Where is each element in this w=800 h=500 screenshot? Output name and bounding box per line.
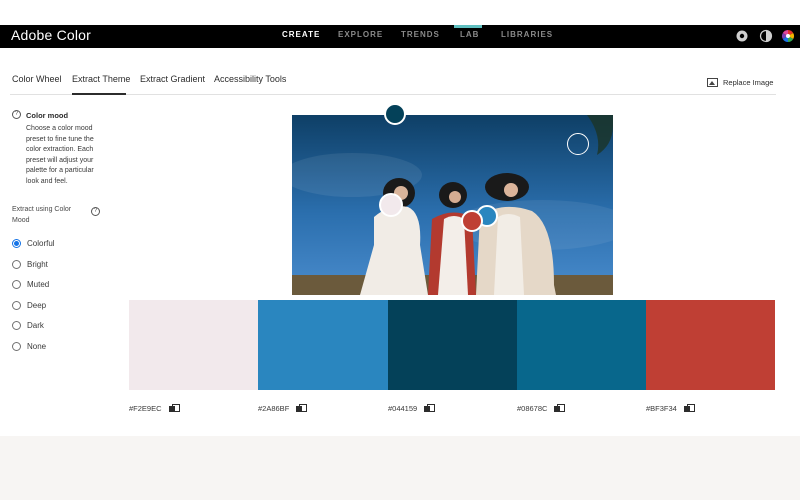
replace-image-label: Replace Image — [723, 77, 774, 87]
nav-explore[interactable]: EXPLORE — [338, 30, 383, 39]
nav-lab[interactable]: LAB — [460, 30, 479, 39]
mood-option-label: Deep — [27, 301, 47, 310]
color-swatch[interactable] — [388, 300, 518, 390]
nav-create[interactable]: CREATE — [282, 30, 320, 39]
image-icon — [707, 77, 718, 87]
mood-option-label: Muted — [27, 280, 50, 289]
hex-value[interactable]: #044159 — [388, 404, 417, 413]
mood-option-bright[interactable]: Bright — [12, 260, 48, 269]
color-swatch[interactable] — [646, 300, 775, 390]
tab-extract-gradient[interactable]: Extract Gradient — [140, 74, 205, 84]
color-swatch[interactable] — [129, 300, 259, 390]
active-tab-indicator — [72, 93, 126, 95]
nav-libraries[interactable]: LIBRARIES — [501, 30, 553, 39]
color-swatch[interactable] — [258, 300, 388, 390]
hex-value-row: #08678C — [517, 404, 566, 413]
source-photo — [292, 115, 613, 295]
settings-icon[interactable] — [735, 29, 749, 43]
color-picker-handle-1[interactable] — [567, 133, 589, 155]
color-mood-description: Choose a color mood preset to fine tune … — [26, 125, 94, 185]
extract-mood-label: Extract using Color Mood — [12, 206, 72, 224]
mood-option-dark[interactable]: Dark — [12, 321, 44, 330]
copy-icon[interactable] — [683, 404, 695, 413]
hex-value-row: #BF3F34 — [646, 404, 695, 413]
radio-button[interactable] — [12, 301, 21, 310]
theme-toggle-icon[interactable] — [759, 29, 773, 43]
color-wheel-icon[interactable] — [781, 29, 795, 43]
help-icon[interactable]: ? — [12, 110, 21, 119]
mood-option-deep[interactable]: Deep — [12, 301, 46, 310]
hex-value-row: #044159 — [388, 404, 436, 413]
hex-value[interactable]: #08678C — [517, 404, 547, 413]
help-icon[interactable]: ? — [91, 207, 100, 216]
mood-option-colorful[interactable]: Colorful — [12, 239, 55, 248]
nav-trends[interactable]: TRENDS — [401, 30, 440, 39]
mood-option-muted[interactable]: Muted — [12, 280, 49, 289]
copy-icon[interactable] — [424, 404, 436, 413]
mood-option-label: Bright — [27, 260, 48, 269]
copy-icon[interactable] — [554, 404, 566, 413]
mood-option-label: None — [27, 342, 47, 351]
hex-value[interactable]: #BF3F34 — [646, 404, 677, 413]
hex-value-row: #F2E9EC — [129, 404, 180, 413]
radio-button[interactable] — [12, 260, 21, 269]
tab-accessibility-tools[interactable]: Accessibility Tools — [214, 74, 286, 84]
page: Adobe Color CREATE EXPLORE TRENDS LAB LI… — [0, 0, 800, 500]
app-title[interactable]: Adobe Color — [11, 27, 91, 43]
radio-button[interactable] — [12, 239, 21, 248]
radio-button[interactable] — [12, 321, 21, 330]
copy-icon[interactable] — [296, 404, 308, 413]
tab-color-wheel[interactable]: Color Wheel — [12, 74, 62, 84]
footer-band — [0, 436, 800, 500]
tab-extract-theme[interactable]: Extract Theme — [72, 74, 130, 84]
copy-icon[interactable] — [168, 404, 180, 413]
mood-option-label: Dark — [27, 321, 44, 330]
top-nav-bar: Adobe Color CREATE EXPLORE TRENDS LAB LI… — [0, 25, 800, 48]
mood-option-label: Colorful — [27, 239, 55, 248]
color-picker-handle-2[interactable] — [379, 193, 403, 217]
color-picker-handle-3[interactable] — [384, 103, 406, 125]
hex-value-row: #2A86BF — [258, 404, 308, 413]
radio-button[interactable] — [12, 280, 21, 289]
mood-option-none[interactable]: None — [12, 342, 46, 351]
radio-button[interactable] — [12, 342, 21, 351]
color-mood-title: Color mood — [26, 111, 69, 120]
color-picker-handle-5[interactable] — [461, 210, 483, 232]
replace-image-button[interactable]: Replace Image — [707, 75, 773, 89]
hex-value[interactable]: #2A86BF — [258, 404, 289, 413]
color-swatch[interactable] — [517, 300, 647, 390]
lab-marker — [454, 25, 482, 28]
hex-value[interactable]: #F2E9EC — [129, 404, 162, 413]
